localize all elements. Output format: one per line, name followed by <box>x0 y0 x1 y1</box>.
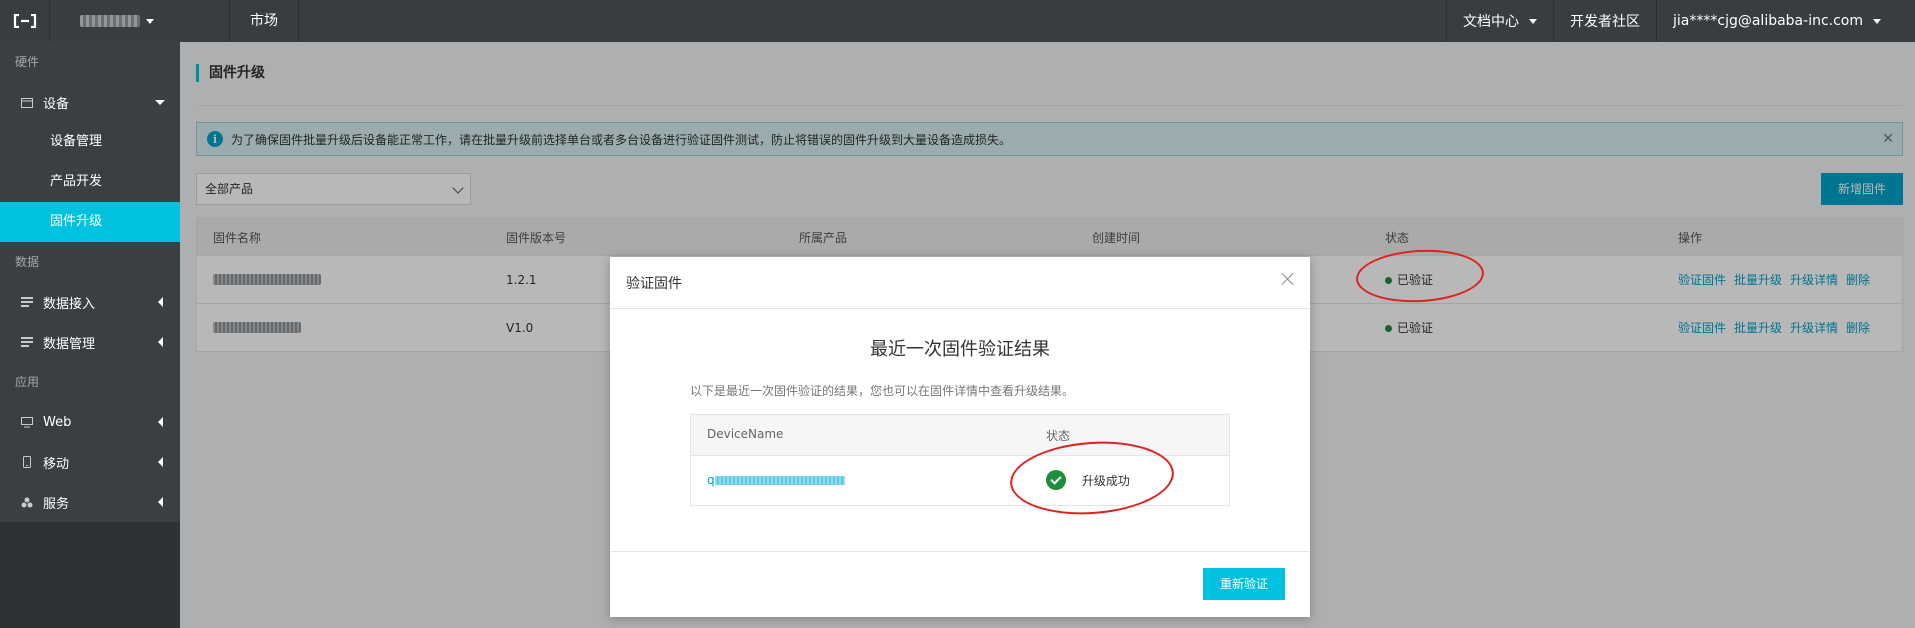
sidebar-item-label: 数据管理 <box>43 336 96 352</box>
mobile-phone-icon <box>20 455 34 469</box>
verify-firmware-dialog: 验证固件 最近一次固件验证结果 以下是最近一次固件验证的结果，您也可以在固件详情… <box>610 257 1310 617</box>
market-link[interactable]: 市场 <box>230 0 299 42</box>
sidebar-item-label: 服务 <box>43 496 70 512</box>
device-name-prefix: q <box>707 473 715 487</box>
col-status: 状态 <box>1046 429 1071 443</box>
sidebar-section-data: 数据 <box>15 255 40 269</box>
chevron-down-icon <box>1529 18 1538 24</box>
list-icon <box>20 335 34 349</box>
calendar-icon <box>20 95 34 109</box>
account-switcher[interactable] <box>50 0 230 42</box>
dev-community-link[interactable]: 开发者社区 <box>1553 0 1656 42</box>
caret-down-icon <box>155 99 165 105</box>
cluster-icon <box>20 495 34 509</box>
sidebar-item-device[interactable]: 设备 <box>0 82 180 122</box>
sidebar-item-service[interactable]: 服务 <box>0 482 180 522</box>
user-email: jia****cjg@alibaba-inc.com <box>1673 13 1863 29</box>
monitor-icon <box>20 415 34 429</box>
sidebar-item-label: 移动 <box>43 456 70 472</box>
account-name-redacted <box>80 15 140 27</box>
result-title: 最近一次固件验证结果 <box>870 339 1050 360</box>
sidebar-item-mobile[interactable]: 移动 <box>0 442 180 482</box>
sidebar-item-label: 数据接入 <box>43 296 96 312</box>
sidebar-item-device-management[interactable]: 设备管理 <box>0 122 180 162</box>
top-navbar: 市场 文档中心 开发者社区 jia****cjg@alibaba-inc.com <box>0 0 1915 42</box>
reverify-button[interactable]: 重新验证 <box>1203 568 1285 600</box>
docs-center-label: 文档中心 <box>1463 14 1520 30</box>
sidebar-item-label: 设备 <box>43 96 70 112</box>
caret-left-icon <box>158 497 163 507</box>
col-device-name: DeviceName <box>707 427 784 441</box>
sidebar: 硬件 设备 设备管理 产品开发 固件升级 数据 数据接入 数据管理 应用 Web… <box>0 42 180 628</box>
sidebar-item-data-management[interactable]: 数据管理 <box>0 322 180 362</box>
aliyun-logo-icon[interactable] <box>0 0 50 42</box>
sidebar-section-app: 应用 <box>15 375 40 389</box>
sidebar-item-label: Web <box>43 414 72 430</box>
list-icon <box>20 295 34 309</box>
chevron-down-icon <box>146 18 154 24</box>
sidebar-item-firmware-upgrade[interactable]: 固件升级 <box>0 202 180 242</box>
dialog-header: 验证固件 <box>610 257 1310 309</box>
device-name-redacted <box>714 476 845 485</box>
chevron-down-icon <box>1873 18 1881 24</box>
dialog-footer: 重新验证 <box>610 551 1310 617</box>
device-name-link[interactable]: q <box>707 473 845 487</box>
caret-left-icon <box>158 337 163 347</box>
caret-left-icon <box>158 417 163 427</box>
sidebar-item-data-ingest[interactable]: 数据接入 <box>0 282 180 322</box>
caret-left-icon <box>158 297 163 307</box>
docs-center-menu[interactable]: 文档中心 <box>1446 0 1553 42</box>
dialog-title: 验证固件 <box>626 275 682 292</box>
close-icon[interactable] <box>1280 271 1296 287</box>
user-menu[interactable]: jia****cjg@alibaba-inc.com <box>1656 0 1915 42</box>
result-description: 以下是最近一次固件验证的结果，您也可以在固件详情中查看升级结果。 <box>690 384 1075 398</box>
sidebar-section-hardware: 硬件 <box>15 55 40 69</box>
sidebar-item-web[interactable]: Web <box>0 402 180 442</box>
caret-left-icon <box>158 457 163 467</box>
sidebar-item-product-dev[interactable]: 产品开发 <box>0 162 180 202</box>
